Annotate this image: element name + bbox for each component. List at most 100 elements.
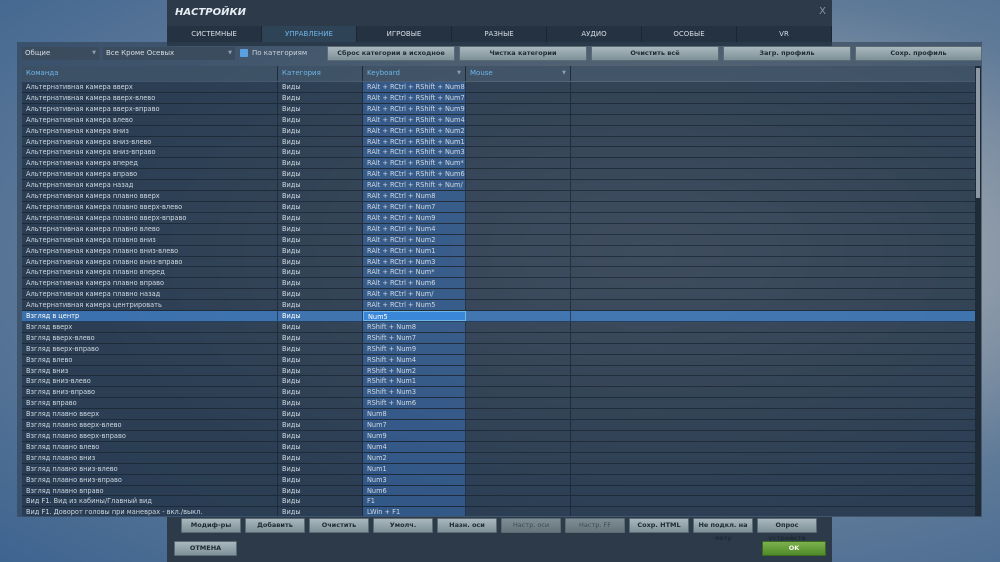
column-category[interactable]: Категория <box>278 66 363 81</box>
keyboard-cell[interactable]: RAlt + RCtrl + Num* <box>363 267 466 278</box>
by-category-checkbox[interactable] <box>240 49 248 57</box>
clear-category-button[interactable]: Чистка категории <box>459 46 587 61</box>
keyboard-cell[interactable]: RAlt + RCtrl + RShift + Num* <box>363 158 466 169</box>
keyboard-cell[interactable]: Num8 <box>363 409 466 420</box>
keyboard-cell[interactable]: RAlt + RCtrl + RShift + Num9 <box>363 103 466 114</box>
keyboard-cell[interactable]: RAlt + RCtrl + Num2 <box>363 234 466 245</box>
action-button-5[interactable]: Настр. оси <box>501 518 561 533</box>
cancel-button[interactable]: ОТМЕНА <box>174 541 237 556</box>
table-row[interactable]: Альтернативная камера плавно назад Виды RA… <box>22 289 975 301</box>
keyboard-cell[interactable]: Num6 <box>363 485 466 496</box>
table-row[interactable]: Альтернативная камера вниз-вправо Виды RAl… <box>22 147 975 159</box>
mouse-cell[interactable] <box>466 256 571 267</box>
mouse-cell[interactable] <box>466 267 571 278</box>
keyboard-cell[interactable]: RAlt + RCtrl + RShift + Num2 <box>363 125 466 136</box>
mouse-cell[interactable] <box>466 136 571 147</box>
table-row[interactable]: Взгляд плавно вниз Виды Num2 <box>22 452 975 464</box>
keyboard-cell[interactable]: RShift + Num6 <box>363 398 466 409</box>
mouse-cell[interactable] <box>466 82 571 92</box>
table-row[interactable]: Альтернативная камера вниз-влево Виды RAlt… <box>22 136 975 148</box>
table-row[interactable]: Альтернативная камера плавно вниз-влево В… <box>22 245 975 257</box>
mouse-cell[interactable] <box>466 191 571 201</box>
keyboard-cell[interactable]: RShift + Num9 <box>363 343 466 354</box>
keyboard-cell[interactable]: F1 <box>363 496 466 507</box>
mouse-cell[interactable] <box>466 223 571 234</box>
keyboard-cell[interactable]: RAlt + RCtrl + Num6 <box>363 278 466 289</box>
keyboard-cell[interactable]: RAlt + RCtrl + RShift + Num7 <box>363 92 466 103</box>
table-row[interactable]: Взгляд плавно вверх Виды Num8 <box>22 409 975 421</box>
keyboard-cell[interactable]: RAlt + RCtrl + RShift + Num3 <box>363 147 466 158</box>
mouse-cell[interactable] <box>466 321 571 332</box>
table-row[interactable]: Взгляд вправо Виды RShift + Num6 <box>22 398 975 410</box>
mouse-cell[interactable] <box>466 507 571 516</box>
mouse-cell[interactable] <box>466 114 571 125</box>
table-row[interactable]: Альтернативная камера вперед Виды RAlt + R… <box>22 158 975 170</box>
aircraft-select[interactable]: Общие ▼ <box>22 47 99 60</box>
keyboard-cell[interactable]: Num5 <box>363 311 466 321</box>
keyboard-cell[interactable]: RAlt + RCtrl + Num3 <box>363 256 466 267</box>
mouse-cell[interactable] <box>466 201 571 212</box>
keyboard-cell[interactable]: Num3 <box>363 474 466 485</box>
keyboard-cell[interactable]: RShift + Num8 <box>363 321 466 332</box>
table-row[interactable]: Альтернативная камера вверх-вправо Виды RA… <box>22 103 975 115</box>
mouse-cell[interactable] <box>466 169 571 180</box>
keyboard-cell[interactable]: RAlt + RCtrl + Num7 <box>363 201 466 212</box>
column-mouse[interactable]: Mouse ▼ <box>466 66 571 81</box>
mouse-cell[interactable] <box>466 463 571 474</box>
action-button-0[interactable]: Модиф-ры <box>181 518 241 533</box>
scrollbar[interactable] <box>975 66 981 516</box>
action-button-7[interactable]: Сохр. HTML <box>629 518 689 533</box>
keyboard-cell[interactable]: RAlt + RCtrl + RShift + Num1 <box>363 136 466 147</box>
mouse-cell[interactable] <box>466 431 571 441</box>
mouse-cell[interactable] <box>466 376 571 387</box>
table-row[interactable]: Альтернативная камера плавно вверх-влево… <box>22 201 975 213</box>
action-button-8[interactable]: Не подкл. на лету <box>693 518 753 542</box>
load-profile-button[interactable]: Загр. профиль <box>723 46 851 61</box>
scrollbar-thumb[interactable] <box>976 68 980 198</box>
keyboard-cell[interactable]: Num1 <box>363 463 466 474</box>
tab-3[interactable]: РАЗНЫЕ <box>452 26 547 42</box>
mouse-cell[interactable] <box>466 180 571 191</box>
action-button-2[interactable]: Очистить <box>309 518 369 533</box>
mouse-cell[interactable] <box>466 398 571 409</box>
keyboard-cell[interactable]: RAlt + RCtrl + RShift + Num6 <box>363 169 466 180</box>
keyboard-cell[interactable]: Num2 <box>363 452 466 463</box>
mouse-cell[interactable] <box>466 485 571 496</box>
table-row[interactable]: Взгляд плавно вниз-вправо Виды Num3 <box>22 474 975 486</box>
keyboard-cell[interactable]: Num7 <box>363 420 466 430</box>
mouse-cell[interactable] <box>466 420 571 430</box>
keyboard-cell[interactable]: Num9 <box>363 431 466 441</box>
action-button-1[interactable]: Добавить <box>245 518 305 533</box>
table-row[interactable]: Взгляд вниз Виды RShift + Num2 <box>22 365 975 377</box>
mouse-cell[interactable] <box>466 289 571 300</box>
save-profile-button[interactable]: Сохр. профиль <box>855 46 982 61</box>
table-row[interactable]: Альтернативная камера назад Виды RAlt + RC… <box>22 180 975 192</box>
clear-all-button[interactable]: Очистить всё <box>591 46 719 61</box>
table-row[interactable]: Взгляд в центр Виды Num5 <box>22 311 975 322</box>
mouse-cell[interactable] <box>466 365 571 376</box>
table-row[interactable]: Взгляд вниз-вправо Виды RShift + Num3 <box>22 387 975 399</box>
keyboard-cell[interactable]: RShift + Num2 <box>363 365 466 376</box>
keyboard-cell[interactable]: RShift + Num3 <box>363 387 466 398</box>
mouse-cell[interactable] <box>466 300 571 311</box>
table-row[interactable]: Альтернативная камера центрировать Виды RA… <box>22 300 975 312</box>
table-row[interactable]: Альтернативная камера плавно вверх-вправ… <box>22 212 975 224</box>
filter-select[interactable]: Все Кроме Осевых ▼ <box>103 47 235 60</box>
mouse-cell[interactable] <box>466 245 571 256</box>
keyboard-cell[interactable]: RAlt + RCtrl + RShift + Num8 <box>363 82 466 92</box>
mouse-cell[interactable] <box>466 409 571 420</box>
keyboard-cell[interactable]: RAlt + RCtrl + RShift + Num4 <box>363 114 466 125</box>
ok-button[interactable]: OK <box>762 541 826 556</box>
mouse-cell[interactable] <box>466 343 571 354</box>
table-row[interactable]: Вид F1. Вид из кабины/Главный вид Виды F1 <box>22 496 975 508</box>
mouse-cell[interactable] <box>466 387 571 398</box>
keyboard-cell[interactable]: LWin + F1 <box>363 507 466 516</box>
mouse-cell[interactable] <box>466 103 571 114</box>
action-button-6[interactable]: Настр. FF <box>565 518 625 533</box>
keyboard-cell[interactable]: Num4 <box>363 441 466 452</box>
mouse-cell[interactable] <box>466 496 571 507</box>
tab-6[interactable]: VR <box>737 26 832 42</box>
tab-2[interactable]: ИГРОВЫЕ <box>357 26 452 42</box>
action-button-9[interactable]: Опрос устройств <box>757 518 817 542</box>
reset-category-button[interactable]: Сброс категории в исходное <box>327 46 455 61</box>
